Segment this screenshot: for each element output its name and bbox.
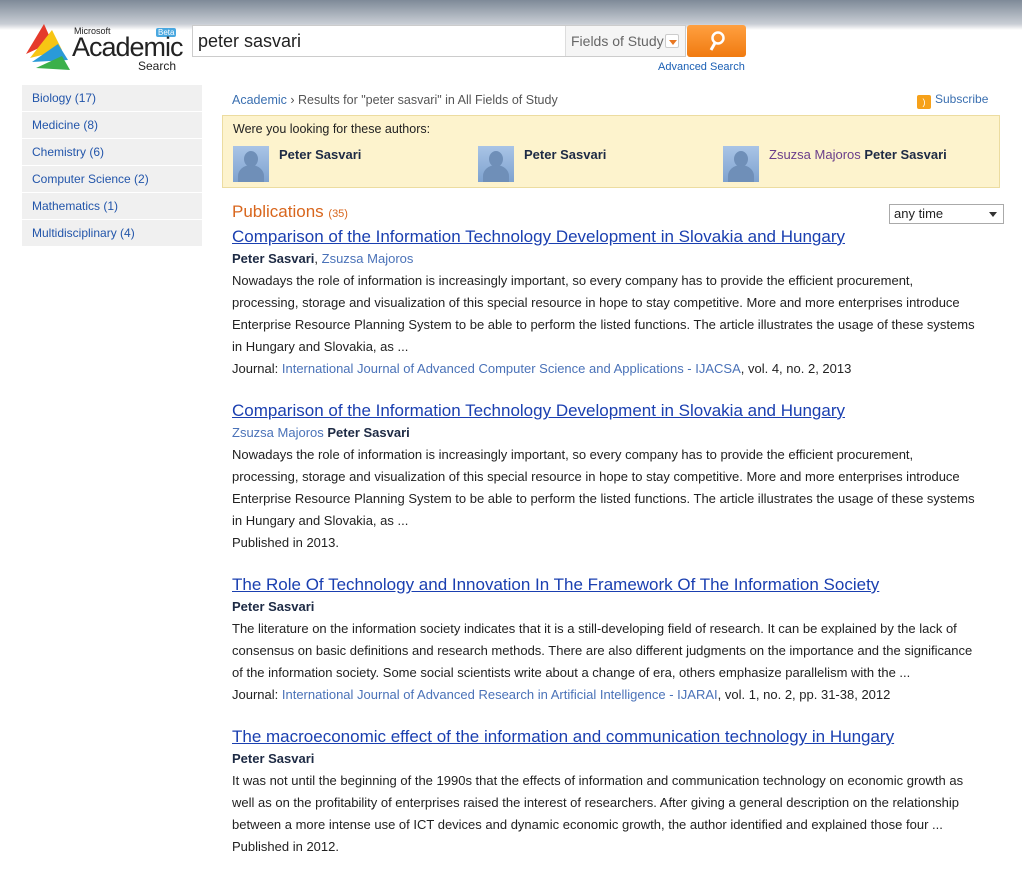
publication-abstract: It was not until the beginning of the 19… — [232, 773, 964, 832]
publications-heading: Publications (35) — [232, 202, 348, 222]
sidebar-item-multidisciplinary[interactable]: Multidisciplinary (4) — [22, 220, 202, 247]
publication-item: The Role Of Technology and Innovation In… — [232, 574, 982, 706]
publication-title-link[interactable]: Comparison of the Information Technology… — [232, 226, 982, 248]
time-filter-select[interactable]: any time — [889, 204, 1004, 224]
venue-prefix: Journal: — [232, 361, 282, 376]
coauthor-name[interactable]: Zsuzsa Majoros — [769, 147, 864, 162]
advanced-search-link[interactable]: Advanced Search — [658, 61, 745, 73]
suggestion-prompt: Were you looking for these authors: — [233, 122, 431, 136]
author-suggestions: Were you looking for these authors: Pete… — [222, 115, 1000, 188]
venue-details: , vol. 4, no. 2, 2013 — [740, 361, 852, 376]
sidebar-item-mathematics[interactable]: Mathematics (1) — [22, 193, 202, 220]
sidebar-item-chemistry[interactable]: Chemistry (6) — [22, 139, 202, 166]
sidebar-item-computer-science[interactable]: Computer Science (2) — [22, 166, 202, 193]
author-name[interactable]: Peter Sasvari — [524, 147, 606, 162]
subscribe-label: Subscribe — [935, 92, 989, 106]
publication-venue: Journal: International Journal of Advanc… — [232, 684, 982, 706]
sidebar-item-biology[interactable]: Biology (17) — [22, 85, 202, 112]
publication-item: The macroeconomic effect of the informat… — [232, 726, 982, 858]
results-list: Comparison of the Information Technology… — [232, 226, 982, 878]
publication-title-link[interactable]: Comparison of the Information Technology… — [232, 400, 982, 422]
venue-details: , vol. 1, no. 2, pp. 31-38, 2012 — [717, 687, 891, 702]
search-button[interactable] — [687, 25, 746, 57]
publication-abstract: Nowadays the role of information is incr… — [232, 447, 975, 528]
breadcrumb-academic[interactable]: Academic — [232, 93, 287, 107]
fields-label: Fields of Study — [571, 33, 664, 49]
author-name[interactable]: Peter Sasvari — [279, 147, 361, 162]
publication-authors: Peter Sasvari — [232, 748, 982, 770]
author-name[interactable]: Peter Sasvari — [864, 147, 946, 162]
search-icon — [709, 31, 725, 51]
chevron-down-icon — [665, 34, 679, 48]
publications-label: Publications — [232, 202, 324, 221]
logo-search: Search — [138, 59, 177, 73]
venue-prefix: Published in 2012. — [232, 839, 339, 854]
publication-item: Comparison of the Information Technology… — [232, 226, 982, 380]
venue-prefix: Published in 2013. — [232, 535, 339, 550]
search-input[interactable] — [193, 26, 565, 56]
breadcrumb-text: Results for "peter sasvari" in All Field… — [294, 93, 558, 107]
publication-venue: Journal: International Journal of Advanc… — [232, 358, 982, 380]
author-link[interactable]: Zsuzsa Majoros — [232, 425, 324, 440]
avatar-placeholder-icon — [723, 146, 759, 182]
subscribe-link[interactable]: ) Subscribe — [917, 92, 988, 109]
publication-abstract: Nowadays the role of information is incr… — [232, 273, 975, 354]
publication-title-link[interactable]: The Role Of Technology and Innovation In… — [232, 574, 982, 596]
publication-venue: Published in 2012. — [232, 836, 982, 858]
field-filter-sidebar: Biology (17) Medicine (8) Chemistry (6) … — [22, 85, 202, 247]
author-link[interactable]: Peter Sasvari — [232, 751, 314, 766]
logo-book-icon — [26, 24, 70, 70]
breadcrumb: Academic › Results for "peter sasvari" i… — [232, 93, 558, 107]
author-link[interactable]: Peter Sasvari — [232, 251, 314, 266]
publication-title-link[interactable]: The macroeconomic effect of the informat… — [232, 726, 982, 748]
fields-of-study-dropdown[interactable]: Fields of Study — [565, 26, 685, 56]
publication-authors: Peter Sasvari, Zsuzsa Majoros — [232, 251, 414, 266]
publication-item: Comparison of the Information Technology… — [232, 400, 982, 554]
publication-venue: Published in 2013. — [232, 532, 982, 554]
author-link[interactable]: Peter Sasvari — [327, 425, 409, 440]
journal-link[interactable]: International Journal of Advanced Resear… — [282, 687, 718, 702]
rss-icon: ) — [917, 95, 931, 109]
publication-abstract: The literature on the information societ… — [232, 621, 973, 680]
academic-search-logo[interactable]: Microsoft Beta Academic Search — [22, 20, 184, 74]
sidebar-item-medicine[interactable]: Medicine (8) — [22, 112, 202, 139]
publications-count: (35) — [328, 208, 348, 220]
publication-authors: Zsuzsa Majoros Peter Sasvari — [232, 422, 982, 444]
search-box: Fields of Study — [192, 25, 686, 57]
author-link[interactable]: Zsuzsa Majoros — [322, 251, 414, 266]
journal-link[interactable]: International Journal of Advanced Comput… — [282, 361, 741, 376]
venue-prefix: Journal: — [232, 687, 282, 702]
publication-authors: Peter Sasvari — [232, 596, 982, 618]
avatar-placeholder-icon — [478, 146, 514, 182]
author-link[interactable]: Peter Sasvari — [232, 599, 314, 614]
avatar-placeholder-icon — [233, 146, 269, 182]
